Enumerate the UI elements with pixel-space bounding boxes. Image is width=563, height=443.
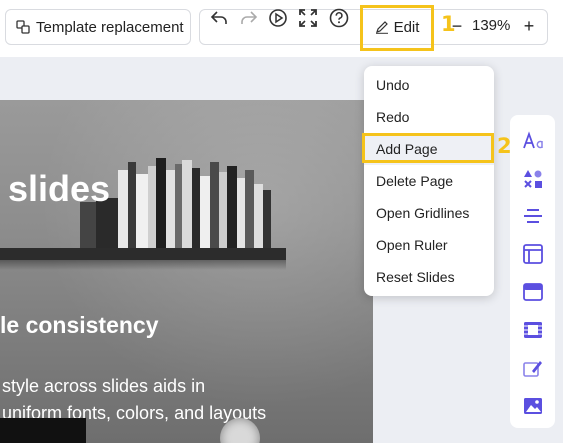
background-icon[interactable] <box>522 281 544 303</box>
menu-item-undo[interactable]: Undo <box>364 69 494 101</box>
shelf-shadow <box>0 260 286 270</box>
zoom-in-button[interactable]: + <box>521 14 537 38</box>
template-replacement-button[interactable]: Template replacement <box>5 9 191 45</box>
slide-body-line: style across slides aids in <box>2 376 206 396</box>
help-icon[interactable] <box>329 8 349 28</box>
menu-item-delete-page[interactable]: Delete Page <box>364 165 494 197</box>
menu-item-open-ruler[interactable]: Open Ruler <box>364 229 494 261</box>
undo-icon[interactable] <box>209 8 229 28</box>
slide-subtitle[interactable]: le consistency <box>0 312 159 339</box>
fullscreen-icon[interactable] <box>298 8 318 28</box>
shelf <box>0 248 286 260</box>
slide-canvas[interactable]: slides le consistency style across slide… <box>0 100 373 443</box>
layout-icon[interactable] <box>522 243 544 265</box>
media-icon[interactable] <box>522 319 544 341</box>
edit-label: Edit <box>393 18 420 36</box>
right-tool-panel <box>510 115 555 428</box>
zoom-level: 139% <box>472 17 511 34</box>
shapes-icon[interactable] <box>522 168 544 190</box>
image-icon[interactable] <box>522 395 544 417</box>
edit-button[interactable]: Edit <box>365 10 429 44</box>
pencil-icon <box>375 21 388 34</box>
edit-dropdown-menu: Undo Redo Add Page Delete Page Open Grid… <box>364 66 494 296</box>
slide-dark-block <box>0 418 86 443</box>
template-icon <box>16 20 30 34</box>
play-icon[interactable] <box>268 8 288 28</box>
menu-item-reset-slides[interactable]: Reset Slides <box>364 261 494 293</box>
menu-item-open-gridlines[interactable]: Open Gridlines <box>364 197 494 229</box>
template-replacement-label: Template replacement <box>36 18 184 36</box>
align-icon[interactable] <box>522 205 544 227</box>
zoom-out-button[interactable]: − <box>449 14 465 38</box>
top-toolbar: Template replacement Edit 1 − 139% + <box>0 0 563 57</box>
slide-title[interactable]: slides <box>8 168 110 210</box>
edit-image-icon[interactable] <box>522 357 544 379</box>
text-style-icon[interactable] <box>522 130 544 152</box>
menu-item-add-page[interactable]: Add Page <box>364 133 494 165</box>
menu-item-redo[interactable]: Redo <box>364 101 494 133</box>
redo-icon[interactable] <box>239 8 259 28</box>
